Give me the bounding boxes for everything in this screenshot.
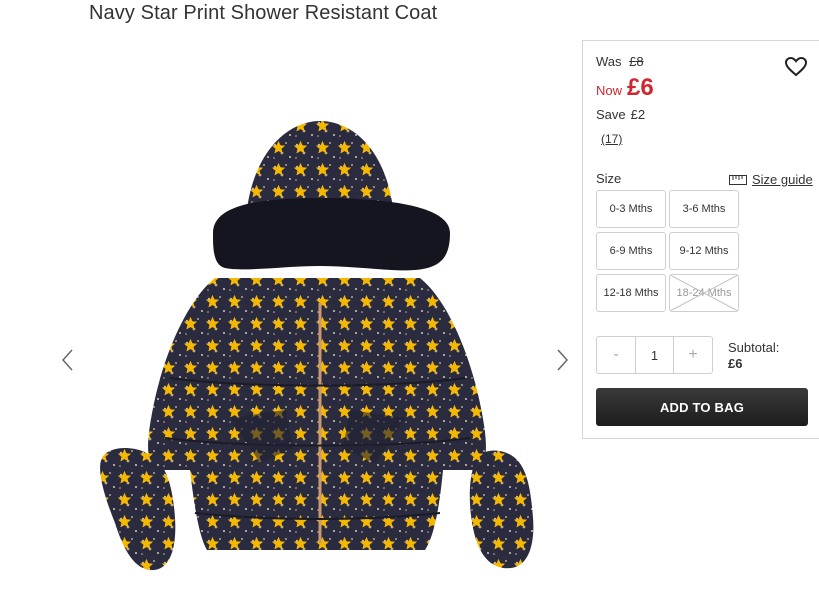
size-option-label: 9-12 Mths xyxy=(679,245,729,257)
now-price: £6 xyxy=(627,74,654,101)
save-row: Save £2 xyxy=(596,107,645,122)
size-option[interactable]: 6-9 Mths xyxy=(596,232,666,270)
size-option[interactable]: 12-18 Mths xyxy=(596,274,666,312)
subtotal: Subtotal: £6 xyxy=(728,340,779,372)
rating: (17) xyxy=(596,132,622,146)
product-title: Navy Star Print Shower Resistant Coat xyxy=(89,2,438,24)
now-price-row: Now £6 xyxy=(596,74,654,102)
product-image xyxy=(100,121,534,571)
was-label: Was xyxy=(596,54,622,69)
size-option-label: 6-9 Mths xyxy=(609,245,653,257)
size-option-label: 3-6 Mths xyxy=(682,203,726,215)
quantity-increase-button[interactable]: + xyxy=(674,337,712,373)
review-count-link[interactable]: (17) xyxy=(601,132,622,146)
now-label: Now xyxy=(596,83,623,98)
size-option-label: 0-3 Mths xyxy=(609,203,653,215)
size-option: 18-24 Mths xyxy=(669,274,739,312)
gallery-prev-button[interactable] xyxy=(54,340,82,380)
size-label: Size xyxy=(596,171,622,186)
size-option[interactable]: 3-6 Mths xyxy=(669,190,739,228)
size-option-label: 12-18 Mths xyxy=(603,287,659,299)
chevron-left-icon xyxy=(61,349,73,371)
add-to-bag-button[interactable]: ADD TO BAG xyxy=(596,388,808,426)
quantity-stepper: - 1 + xyxy=(596,336,713,374)
was-price: £8 xyxy=(629,54,644,69)
was-price-row: Was £8 xyxy=(596,54,644,69)
chevron-right-icon xyxy=(557,349,569,371)
size-options: 0-3 Mths 3-6 Mths 6-9 Mths 9-12 Mths 12-18 M… xyxy=(596,190,741,312)
quantity-value[interactable]: 1 xyxy=(635,337,674,373)
product-gallery xyxy=(40,40,580,590)
save-amount: £2 xyxy=(630,107,646,122)
ruler-icon xyxy=(729,174,747,185)
size-option[interactable]: 9-12 Mths xyxy=(669,232,739,270)
unavailable-cross xyxy=(670,275,738,311)
wishlist-button[interactable] xyxy=(784,55,808,79)
quantity-decrease-button[interactable]: - xyxy=(597,337,635,373)
subtotal-value: £6 xyxy=(728,356,743,371)
size-option[interactable]: 0-3 Mths xyxy=(596,190,666,228)
size-guide-link[interactable]: Size guide xyxy=(729,172,813,187)
size-guide-label: Size guide xyxy=(752,172,813,187)
save-label: Save xyxy=(596,107,626,122)
heart-icon xyxy=(784,56,808,77)
purchase-panel: Was £8 Now £6 Save £2 (17) Size Size guid… xyxy=(582,40,819,439)
gallery-next-button[interactable] xyxy=(548,340,576,380)
subtotal-label: Subtotal: xyxy=(728,340,780,355)
